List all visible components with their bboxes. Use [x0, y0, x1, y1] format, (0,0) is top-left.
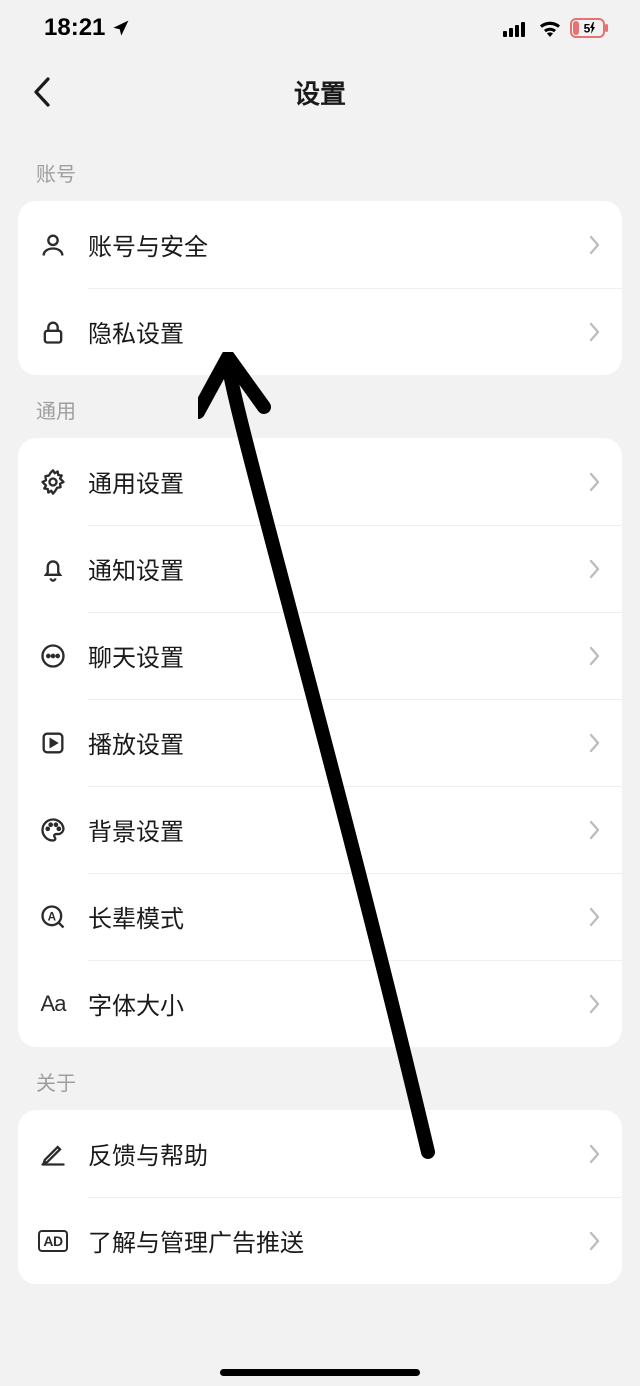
chevron-right-icon	[589, 820, 600, 840]
chevron-right-icon	[589, 322, 600, 342]
font-size-icon: Aa	[36, 987, 70, 1021]
home-indicator[interactable]	[220, 1369, 420, 1376]
chevron-right-icon	[589, 559, 600, 579]
row-privacy[interactable]: 隐私设置	[18, 288, 622, 375]
row-background-settings[interactable]: 背景设置	[18, 786, 622, 873]
chevron-right-icon	[589, 235, 600, 255]
row-label: 通知设置	[88, 551, 571, 586]
play-icon	[36, 726, 70, 760]
bell-icon	[36, 552, 70, 586]
status-bar: 18:21 5	[0, 0, 640, 52]
status-time: 18:21	[44, 14, 105, 42]
gear-icon	[36, 465, 70, 499]
row-label: 了解与管理广告推送	[88, 1223, 571, 1258]
chevron-right-icon	[589, 646, 600, 666]
chat-icon	[36, 639, 70, 673]
header: 设置	[0, 52, 640, 138]
row-notification-settings[interactable]: 通知设置	[18, 525, 622, 612]
battery-icon: 5	[570, 18, 610, 38]
row-ad-management[interactable]: AD 了解与管理广告推送	[18, 1197, 622, 1284]
section-label-about: 关于	[0, 1047, 640, 1110]
chevron-right-icon	[589, 1231, 600, 1251]
row-playback-settings[interactable]: 播放设置	[18, 699, 622, 786]
chevron-right-icon	[589, 1144, 600, 1164]
user-icon	[36, 228, 70, 262]
back-button[interactable]	[20, 70, 64, 114]
chevron-right-icon	[589, 994, 600, 1014]
palette-icon	[36, 813, 70, 847]
row-label: 通用设置	[88, 464, 571, 499]
wifi-icon	[538, 19, 562, 37]
back-icon	[33, 77, 51, 107]
lock-icon	[36, 315, 70, 349]
about-card: 反馈与帮助 AD 了解与管理广告推送	[18, 1110, 622, 1284]
row-label: 背景设置	[88, 812, 571, 847]
account-card: 账号与安全 隐私设置	[18, 201, 622, 375]
magnify-a-icon: A	[36, 900, 70, 934]
row-feedback[interactable]: 反馈与帮助	[18, 1110, 622, 1197]
row-account-security[interactable]: 账号与安全	[18, 201, 622, 288]
row-label: 隐私设置	[88, 314, 571, 349]
svg-text:5: 5	[584, 22, 591, 36]
row-label: 反馈与帮助	[88, 1136, 571, 1171]
signal-icon	[503, 19, 530, 37]
chevron-right-icon	[589, 907, 600, 927]
row-label: 播放设置	[88, 725, 571, 760]
general-card: 通用设置 通知设置 聊天设置 播放设置 背景设置 A 长辈模式	[18, 438, 622, 1047]
pencil-icon	[36, 1137, 70, 1171]
section-label-general: 通用	[0, 375, 640, 438]
row-elder-mode[interactable]: A 长辈模式	[18, 873, 622, 960]
row-label: 聊天设置	[88, 638, 571, 673]
row-general-settings[interactable]: 通用设置	[18, 438, 622, 525]
row-font-size[interactable]: Aa 字体大小	[18, 960, 622, 1047]
row-label: 账号与安全	[88, 227, 571, 262]
ad-icon: AD	[36, 1224, 70, 1258]
location-icon	[111, 19, 130, 38]
svg-text:A: A	[48, 910, 57, 923]
row-chat-settings[interactable]: 聊天设置	[18, 612, 622, 699]
row-label: 字体大小	[88, 986, 571, 1021]
chevron-right-icon	[589, 472, 600, 492]
page-title: 设置	[294, 74, 346, 111]
chevron-right-icon	[589, 733, 600, 753]
row-label: 长辈模式	[88, 899, 571, 934]
section-label-account: 账号	[0, 138, 640, 201]
